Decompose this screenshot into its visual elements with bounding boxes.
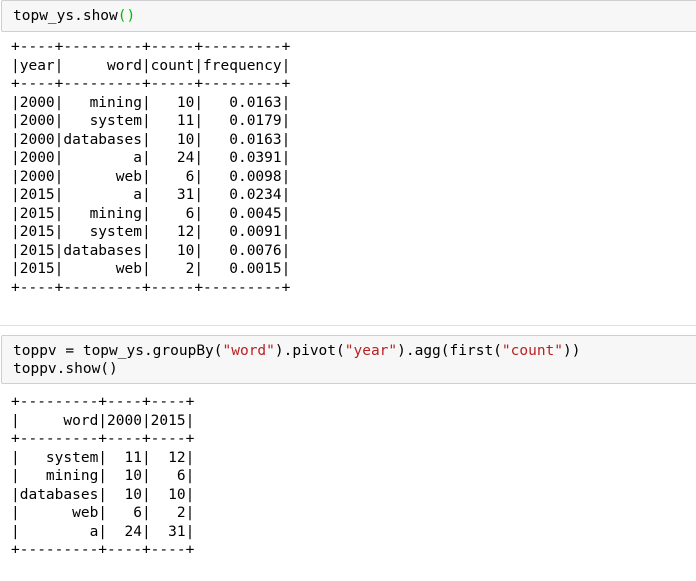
code-token: ).pivot( — [274, 343, 345, 359]
table-row: |2015| a| 31| 0.0234| — [11, 187, 291, 203]
string-literal: "year" — [344, 343, 398, 359]
table-row: | web| 6| 2| — [11, 505, 195, 521]
table-header-row: |year| word|count|frequency| — [11, 57, 291, 74]
table-row: | a| 24| 31| — [11, 523, 195, 540]
matched-parens: () — [117, 8, 136, 24]
table-row: |2000| a| 24| 0.0391| — [11, 150, 291, 166]
code-line-2: toppv.show() — [13, 361, 118, 377]
dataframe-output-2: +---------+----+----+ | word|2000|2015| +-… — [11, 393, 194, 560]
table-row: |databases| 10| 10| — [11, 486, 195, 503]
table-border-line: +----+---------+-----+---------+ — [11, 279, 291, 296]
cell-separator — [0, 325, 696, 326]
code-line-1: toppv = topw_ys.groupBy("word").pivot("y… — [13, 342, 580, 360]
table-row: |2015| system| 12| 0.0091| — [11, 224, 291, 240]
table-border-line: +---------+----+----+ — [11, 542, 195, 558]
table-row: | mining| 10| 6| — [11, 468, 195, 484]
string-literal: "count" — [501, 343, 564, 359]
table-row: |2000| system| 11| 0.0179| — [11, 113, 291, 129]
table-row: |2015| web| 2| 0.0015| — [11, 261, 291, 277]
dataframe-output-1: +----+---------+-----+---------+ |year| w… — [11, 38, 290, 297]
table-border-line: +---------+----+----+ — [11, 431, 195, 447]
code-cell-input-2[interactable]: toppv = topw_ys.groupBy("word").pivot("y… — [1, 335, 696, 384]
table-row: |2000| web| 6| 0.0098| — [11, 168, 291, 185]
table-row: |2000|databases| 10| 0.0163| — [11, 131, 291, 148]
code-text: topw_ys.show — [13, 8, 118, 24]
code-line: topw_ys.show() — [13, 7, 135, 25]
table-row: | system| 11| 12| — [11, 449, 195, 466]
table-row: |2015|databases| 10| 0.0076| — [11, 242, 291, 259]
table-row: |2000| mining| 10| 0.0163| — [11, 94, 291, 111]
code-token: toppv = topw_ys.groupBy( — [13, 343, 223, 359]
table-row: |2015| mining| 6| 0.0045| — [11, 205, 291, 222]
table-border-line: +---------+----+----+ — [11, 394, 195, 410]
code-token: ).agg(first( — [397, 343, 502, 359]
table-header-row: | word|2000|2015| — [11, 412, 195, 429]
code-token: )) — [563, 343, 581, 359]
string-literal: "word" — [222, 343, 275, 359]
table-border-line: +----+---------+-----+---------+ — [11, 39, 291, 55]
code-cell-input-1[interactable]: topw_ys.show() — [1, 0, 696, 32]
table-border-line: +----+---------+-----+---------+ — [11, 76, 291, 92]
